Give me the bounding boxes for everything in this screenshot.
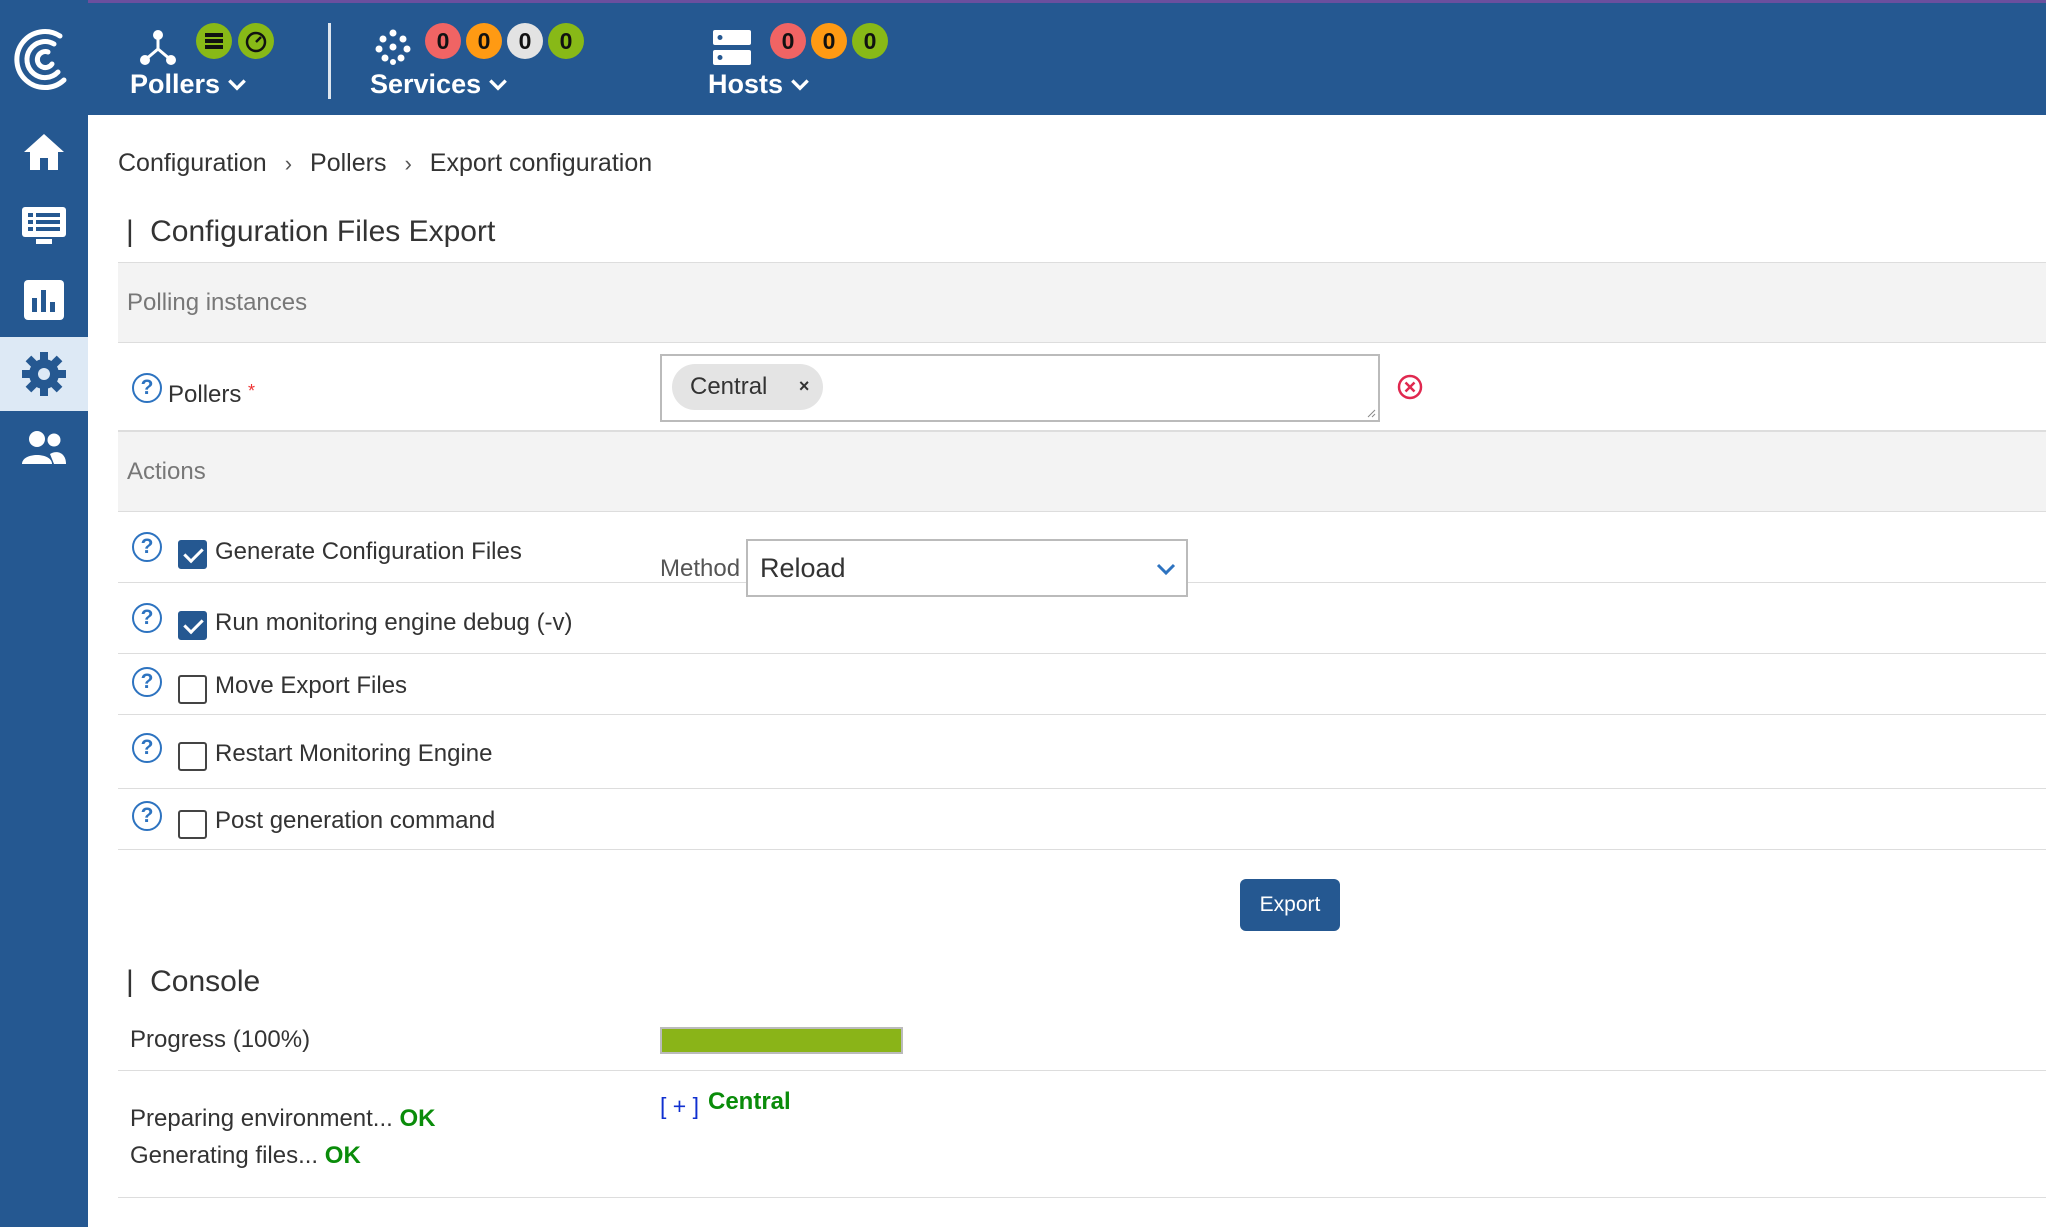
progress-label: Progress (100%) — [130, 1026, 311, 1053]
hosts-menu-label[interactable]: Hosts — [708, 69, 811, 100]
services-ok-count[interactable]: 0 — [548, 23, 584, 59]
debug-checkbox[interactable] — [178, 611, 207, 640]
debug-label: Run monitoring engine debug (-v) — [215, 609, 573, 636]
services-dots-icon — [375, 29, 411, 65]
hosts-server-icon — [713, 30, 751, 65]
status-ok: OK — [399, 1105, 436, 1132]
console-line-preparing: Preparing environment... OK — [130, 1105, 436, 1132]
sidebar-item-monitoring[interactable] — [0, 189, 88, 263]
hosts-unreachable-count[interactable]: 0 — [811, 23, 847, 59]
monitoring-icon — [22, 207, 66, 244]
action-row-post-command: ? Post generation command — [118, 789, 2046, 850]
post-command-checkbox[interactable] — [178, 810, 207, 839]
sidebar — [0, 0, 88, 1227]
breadcrumb-export-configuration[interactable]: Export configuration — [430, 149, 652, 178]
chevron-right-icon: › — [404, 150, 412, 176]
resize-handle-icon[interactable] — [1366, 408, 1376, 418]
breadcrumb-pollers[interactable]: Pollers — [310, 149, 386, 178]
top-bar: Pollers 0 0 0 0 Services 0 0 0 Hosts — [0, 0, 2046, 115]
page-title: Configuration Files Export — [126, 215, 495, 249]
services-critical-count[interactable]: 0 — [425, 23, 461, 59]
clear-selection-icon[interactable] — [1396, 373, 1424, 401]
progress-row-divider — [118, 1070, 2046, 1071]
method-label: Method — [660, 555, 741, 582]
help-icon[interactable]: ? — [132, 667, 162, 697]
required-mark: * — [248, 381, 256, 401]
pollers-select-input[interactable]: Central × — [660, 354, 1380, 422]
remove-chip-icon[interactable]: × — [799, 376, 810, 397]
pollers-latency-gauge-icon[interactable] — [238, 23, 274, 59]
pollers-topology-icon — [140, 30, 176, 65]
chevron-down-icon — [791, 78, 809, 91]
chevron-down-icon — [1156, 563, 1176, 576]
chevron-right-icon: › — [284, 150, 293, 176]
move-files-label: Move Export Files — [215, 672, 408, 699]
reporting-icon — [24, 280, 64, 320]
sidebar-item-configuration[interactable] — [0, 337, 88, 411]
hosts-up-count[interactable]: 0 — [852, 23, 888, 59]
administration-users-icon — [22, 431, 66, 464]
console-poller-name: Central — [708, 1088, 791, 1115]
restart-method-select[interactable]: Reload — [746, 539, 1188, 597]
help-icon[interactable]: ? — [132, 603, 162, 633]
services-unknown-count[interactable]: 0 — [507, 23, 543, 59]
progress-percent: (100%) — [232, 1026, 311, 1053]
chevron-down-icon — [228, 78, 246, 91]
configuration-gear-icon — [22, 352, 66, 396]
topbar-divider — [328, 23, 331, 99]
export-button[interactable]: Export — [1240, 879, 1340, 931]
progress-bar — [660, 1027, 903, 1054]
home-icon — [24, 134, 64, 170]
restart-engine-checkbox[interactable] — [178, 742, 207, 771]
pollers-database-status-icon[interactable] — [196, 23, 232, 59]
services-warning-count[interactable]: 0 — [466, 23, 502, 59]
sidebar-item-reporting[interactable] — [0, 263, 88, 337]
action-row-move: ? Move Export Files — [118, 654, 2046, 715]
console-title: Console — [126, 965, 260, 999]
sidebar-item-home[interactable] — [0, 115, 88, 189]
services-menu[interactable]: 0 0 0 0 Services — [370, 3, 610, 115]
generate-files-label: Generate Configuration Files — [215, 538, 522, 565]
help-icon[interactable]: ? — [132, 373, 162, 403]
pollers-menu[interactable]: Pollers — [130, 3, 310, 115]
hosts-down-count[interactable]: 0 — [770, 23, 806, 59]
console-line-generating: Generating files... OK — [130, 1142, 361, 1169]
restart-engine-label: Restart Monitoring Engine — [215, 740, 493, 767]
post-command-label: Post generation command — [215, 807, 496, 834]
help-icon[interactable]: ? — [132, 733, 162, 763]
help-icon[interactable]: ? — [132, 532, 162, 562]
services-menu-label[interactable]: Services — [370, 69, 509, 100]
status-ok: OK — [324, 1142, 361, 1169]
main-content: Configuration › Pollers › Export configu… — [88, 115, 2046, 1227]
polling-instances-header: Polling instances — [118, 262, 2046, 343]
pollers-field-label: Pollers * — [168, 381, 256, 408]
actions-header: Actions — [118, 431, 2046, 512]
selected-poller-chip: Central × — [672, 364, 824, 410]
progress-bar-fill — [662, 1029, 901, 1052]
move-files-checkbox[interactable] — [178, 675, 207, 704]
generate-files-checkbox[interactable] — [178, 540, 207, 569]
hosts-menu[interactable]: 0 0 0 Hosts — [708, 3, 908, 115]
expand-poller-output-toggle[interactable]: [ + ] — [660, 1093, 699, 1120]
centreon-logo-icon[interactable] — [8, 22, 74, 94]
chevron-down-icon — [489, 78, 507, 91]
action-row-restart: ? Restart Monitoring Engine — [118, 715, 2046, 789]
breadcrumb: Configuration › Pollers › Export configu… — [118, 149, 652, 178]
help-icon[interactable]: ? — [132, 801, 162, 831]
pollers-menu-label[interactable]: Pollers — [130, 69, 248, 100]
sidebar-item-administration[interactable] — [0, 411, 88, 485]
breadcrumb-configuration[interactable]: Configuration — [118, 149, 267, 178]
console-bottom-divider — [118, 1197, 2046, 1198]
